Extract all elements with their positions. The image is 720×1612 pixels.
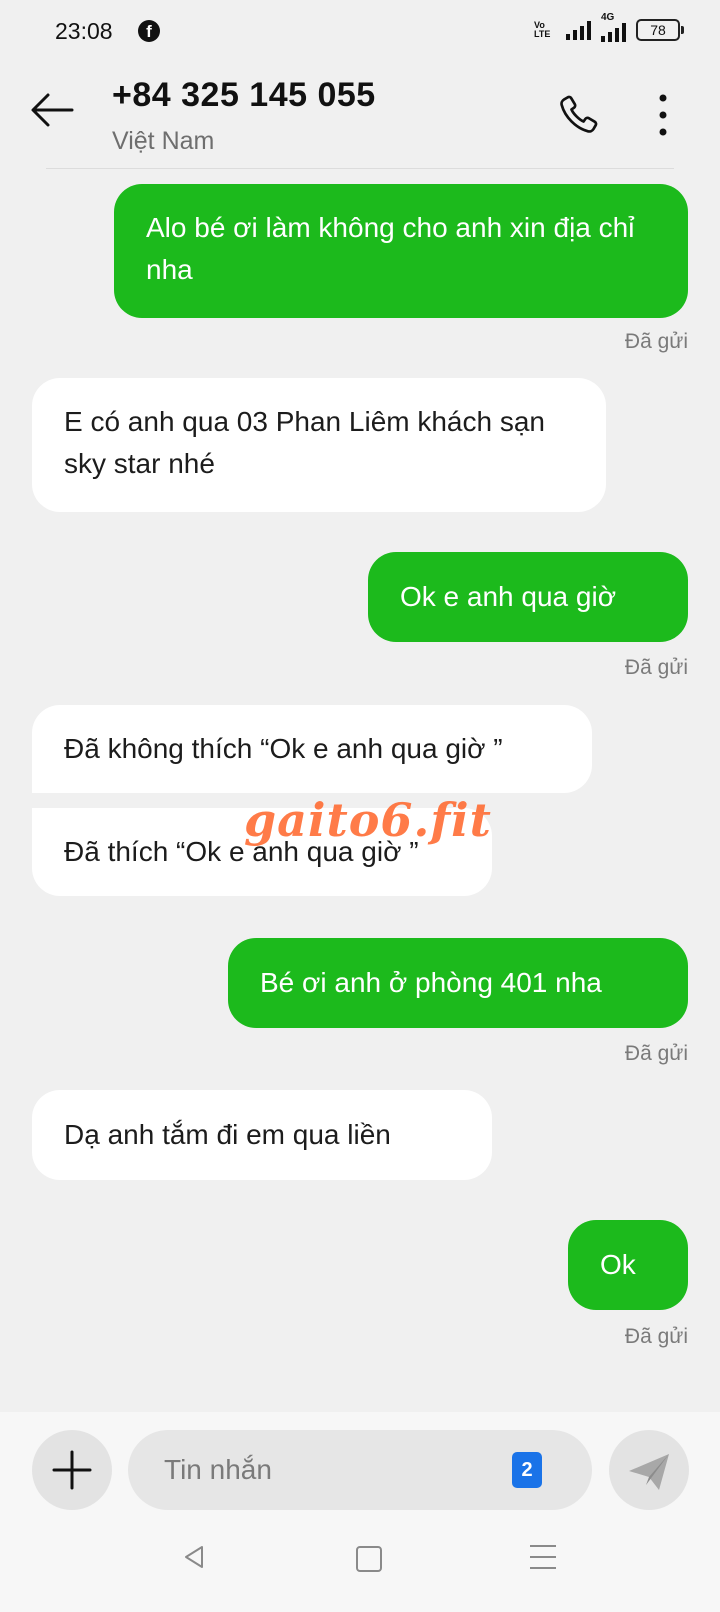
message-incoming[interactable]: E có anh qua 03 Phan Liêm khách sạn sky …: [32, 378, 606, 512]
message-status: Đã gửi: [624, 1042, 688, 1065]
header-divider: [46, 168, 674, 169]
message-text: Alo bé ơi làm không cho anh xin địa chỉ …: [146, 212, 635, 285]
message-text: Ok: [600, 1249, 636, 1280]
phone-icon[interactable]: [555, 92, 603, 140]
reaction-message[interactable]: Đã không thích “Ok e anh qua giờ ”: [32, 705, 592, 793]
message-text: Dạ anh tắm đi em qua liền: [64, 1119, 391, 1150]
volte-icon: Vo LTE: [534, 20, 551, 39]
conversation-header: +84 325 145 055 Việt Nam: [0, 64, 720, 169]
watermark: gaito6.fit: [244, 793, 492, 847]
contact-number[interactable]: +84 325 145 055: [112, 76, 376, 115]
send-icon[interactable]: [609, 1430, 689, 1510]
plus-icon[interactable]: [32, 1430, 112, 1510]
network-4g-icon: 4G: [601, 12, 626, 42]
sim-slot-icon[interactable]: 2: [512, 1452, 542, 1488]
status-bar: 23:08 f Vo LTE 4G 78: [0, 0, 720, 64]
contact-region: Việt Nam: [112, 127, 215, 155]
status-icons: Vo LTE 4G 78: [534, 12, 684, 42]
message-outgoing[interactable]: Alo bé ơi làm không cho anh xin địa chỉ …: [114, 184, 688, 318]
message-text: Bé ơi anh ở phòng 401 nha: [260, 967, 602, 998]
nav-recents-icon[interactable]: [530, 1545, 556, 1578]
message-text: E có anh qua 03 Phan Liêm khách sạn sky …: [64, 406, 546, 479]
nav-back-icon[interactable]: [182, 1544, 206, 1575]
status-time: 23:08: [55, 18, 113, 44]
message-outgoing[interactable]: Ok: [568, 1220, 688, 1310]
message-outgoing[interactable]: Ok e anh qua giờ: [368, 552, 688, 642]
message-status: Đã gửi: [624, 330, 688, 353]
facebook-icon: f: [138, 20, 160, 42]
message-composer: 2: [0, 1412, 720, 1512]
message-text: Đã không thích “Ok e anh qua giờ ”: [64, 733, 503, 764]
more-vertical-icon[interactable]: [648, 92, 678, 142]
message-incoming[interactable]: Dạ anh tắm đi em qua liền: [32, 1090, 492, 1180]
back-arrow-icon[interactable]: [30, 92, 80, 132]
system-navigation-bar: [0, 1512, 720, 1612]
battery-icon: 78: [636, 19, 684, 41]
message-outgoing[interactable]: Bé ơi anh ở phòng 401 nha: [228, 938, 688, 1028]
message-text: Ok e anh qua giờ: [400, 581, 617, 612]
message-status: Đã gửi: [624, 656, 688, 679]
signal-icon: [566, 20, 591, 40]
network-type-label: 4G: [601, 12, 615, 23]
battery-level: 78: [650, 22, 666, 38]
message-status: Đã gửi: [624, 1325, 688, 1348]
nav-home-icon[interactable]: [356, 1546, 382, 1572]
